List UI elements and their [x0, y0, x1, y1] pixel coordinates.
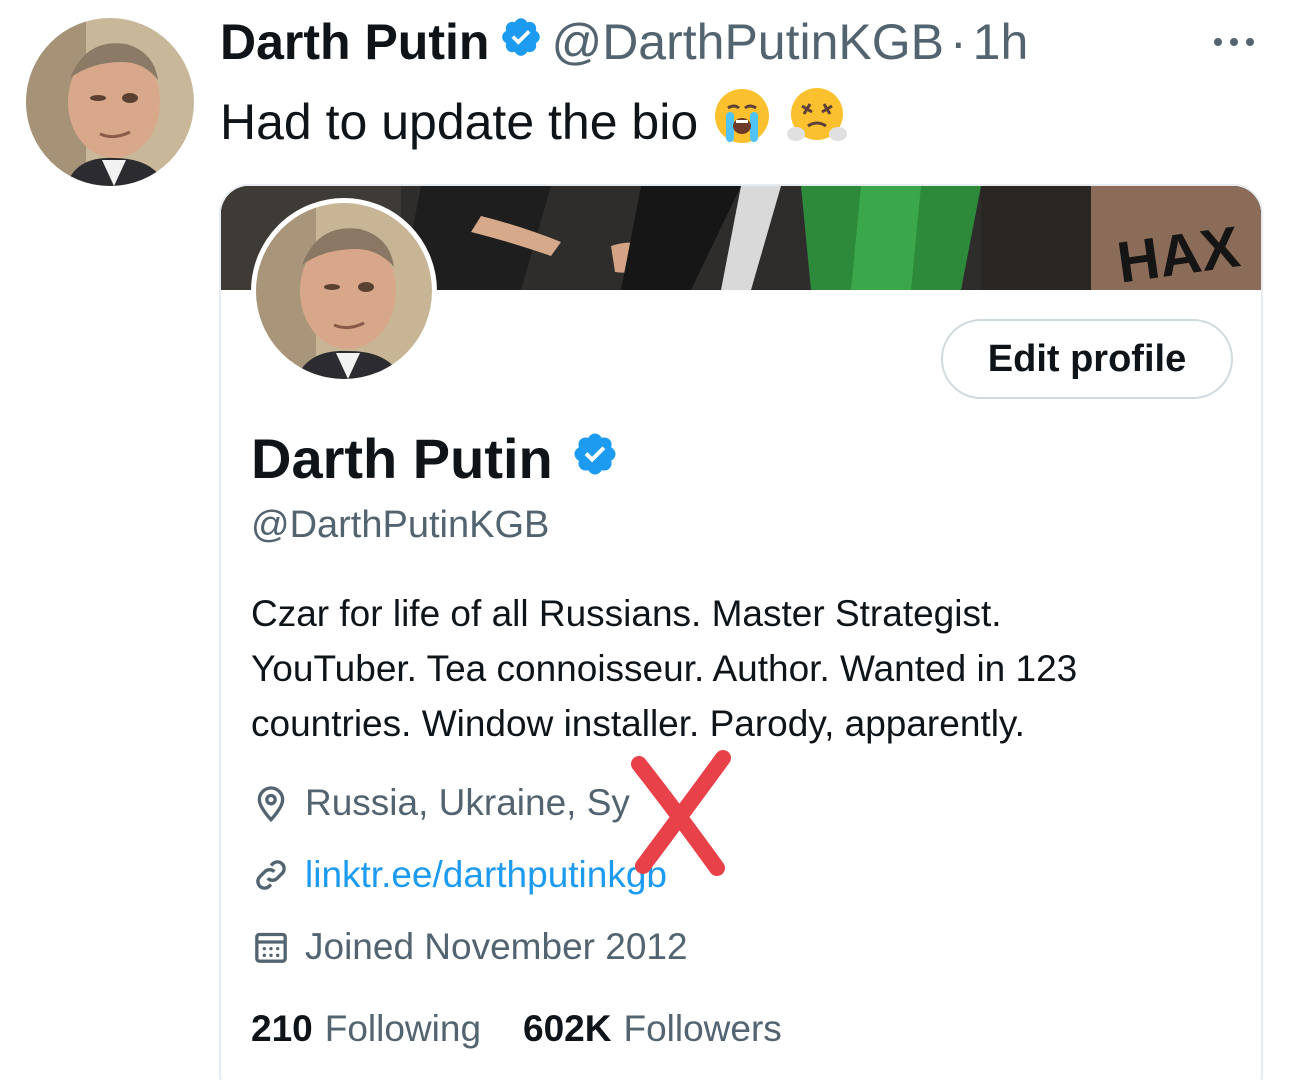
crying-face-icon: [712, 86, 772, 158]
bio-line: countries. Window installer. Parody, app…: [251, 703, 1025, 744]
edit-profile-button[interactable]: Edit profile: [941, 319, 1233, 399]
website-link[interactable]: linktr.ee/darthputinkgb: [305, 854, 667, 896]
following-stat[interactable]: 210 Following: [251, 1008, 481, 1050]
tweet-body: Had to update the bio: [220, 94, 699, 150]
tweet-header: Darth Putin @DarthPutinKGB · 1h: [220, 10, 1028, 74]
profile-card: HAX Edit profile Darth Putin @DarthPutin…: [219, 184, 1263, 1080]
verified-badge-icon[interactable]: [499, 13, 543, 71]
profile-stats: 210 Following 602K Followers: [251, 1008, 824, 1050]
profile-joined: Joined November 2012: [251, 926, 688, 968]
location-text: Russia, Ukraine, Sy: [305, 782, 630, 823]
profile-handle: @DarthPutinKGB: [251, 504, 550, 546]
huffing-face-icon: [786, 86, 848, 158]
profile-location: Russia, Ukraine, Sy: [251, 782, 630, 824]
author-handle[interactable]: @DarthPutinKGB: [551, 13, 944, 71]
bio-line: Czar for life of all Russians. Master St…: [251, 593, 1002, 634]
following-count: 210: [251, 1008, 313, 1049]
profile-website[interactable]: linktr.ee/darthputinkgb: [251, 854, 667, 896]
joined-text: Joined November 2012: [305, 926, 688, 967]
profile-name: Darth Putin: [251, 427, 553, 490]
followers-label: Followers: [623, 1008, 782, 1049]
bio-line: YouTuber. Tea connoisseur. Author. Wante…: [251, 648, 1078, 689]
link-icon: [251, 855, 291, 895]
followers-count: 602K: [523, 1008, 612, 1049]
profile-avatar[interactable]: [251, 198, 437, 384]
calendar-icon: [251, 927, 291, 967]
followers-stat[interactable]: 602K Followers: [523, 1008, 782, 1050]
profile-name-row: Darth Putin: [251, 426, 619, 491]
tweet-text: Had to update the bio: [220, 86, 848, 158]
separator-dot: ·: [950, 14, 967, 70]
verified-badge-icon[interactable]: [571, 426, 619, 491]
location-pin-icon: [251, 783, 291, 823]
profile-bio: Czar for life of all Russians. Master St…: [251, 586, 1211, 751]
following-label: Following: [324, 1008, 482, 1049]
author-name[interactable]: Darth Putin: [220, 13, 489, 71]
more-options-icon[interactable]: [1206, 28, 1262, 56]
author-avatar[interactable]: [26, 18, 194, 186]
tweet-timestamp[interactable]: 1h: [973, 13, 1029, 71]
